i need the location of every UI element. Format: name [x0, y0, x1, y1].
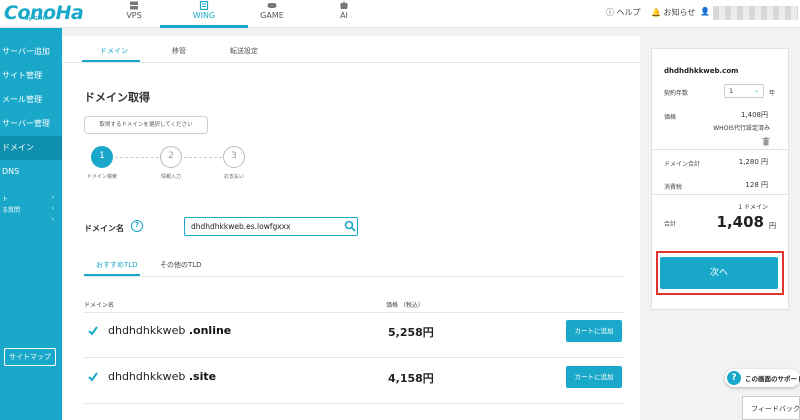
table-row: dhdhdhkkweb .online 5,258円 カートに追加	[84, 312, 624, 358]
domain-tld: .online	[188, 324, 232, 337]
sidebar-item-dns[interactable]: DNS	[0, 160, 62, 184]
column-header-domain: ドメイン名	[84, 302, 115, 309]
step-connector	[115, 157, 159, 158]
whois-note: WHOIS代行設定済み	[713, 125, 770, 132]
subtab-forwarding[interactable]: 転送設定	[230, 46, 258, 56]
price-value: 1,408円	[740, 111, 768, 119]
wing-icon	[199, 1, 209, 10]
next-button-highlight	[656, 251, 784, 295]
total-unit: 円	[769, 222, 776, 230]
tab-recommended-tld[interactable]: おすすめTLD	[96, 260, 138, 270]
sidebar-item-mail[interactable]: メール管理	[0, 88, 62, 112]
domain-tld: .site	[188, 370, 217, 383]
tax-value: 128 円	[745, 181, 768, 189]
column-header-price: 価格 （税込）	[386, 302, 424, 309]
step-3-label: お支払い	[223, 174, 244, 180]
step-1-label: ドメイン検索	[86, 174, 117, 180]
robot-icon	[340, 1, 348, 9]
step-1-circle: 1	[91, 146, 113, 168]
domain-name: dhdhdhkkweb .site	[108, 370, 216, 383]
domain-total-label: ドメイン合計	[664, 161, 701, 168]
domain-count: 1 ドメイン	[738, 204, 768, 211]
checkmark-icon	[88, 372, 98, 382]
domain-price: 5,258円	[388, 326, 434, 339]
notifications-link[interactable]: 🔔 お知らせ	[651, 7, 695, 18]
support-label: この画面のサポート	[745, 375, 800, 383]
sidebar-link-1[interactable]: ト ›	[0, 194, 62, 203]
page-title: ドメイン取得	[84, 91, 150, 104]
main-panel: ドメイン 移管 転送設定 ドメイン取得 取得するドメインを選択してください 1 …	[62, 36, 640, 420]
help-circle-icon[interactable]: ?	[131, 220, 143, 232]
add-to-cart-button[interactable]: カートに追加	[566, 320, 622, 342]
user-icon[interactable]: 👤	[700, 7, 710, 16]
chevron-down-icon: ⌄	[753, 87, 759, 94]
divider	[652, 194, 790, 195]
instruction-tooltip: 取得するドメインを選択してください	[84, 116, 208, 134]
subtab-transfer[interactable]: 移管	[172, 46, 186, 56]
logo-sub: by GMO	[25, 16, 47, 22]
term-unit: 年	[769, 90, 776, 97]
top-bar: ConoHa by GMO VPS WING GAME AI ⓘ ヘルプ 🔔 お…	[0, 0, 800, 28]
help-link[interactable]: ⓘ ヘルプ	[606, 7, 641, 18]
chevron-right-icon: ›	[51, 216, 54, 223]
step-2-circle: 2	[160, 146, 182, 168]
question-icon: ?	[727, 371, 741, 385]
bell-icon: 🔔	[651, 8, 661, 17]
feedback-button[interactable]: フィードバック	[742, 396, 800, 420]
divider	[62, 62, 640, 63]
search-icon[interactable]	[344, 220, 356, 232]
summary-domain: dhdhdhkkweb.com	[664, 67, 739, 75]
domain-search-input[interactable]: dhdhdhkkweb.es.lowfgxxx	[184, 217, 358, 236]
divider	[652, 149, 790, 150]
sidebar-link-label: る質問	[2, 207, 21, 214]
checkmark-icon	[88, 326, 98, 336]
total-label: 合計	[664, 221, 677, 228]
price-label: 価格	[664, 114, 677, 121]
term-value: 1	[729, 87, 734, 95]
subtab-domain[interactable]: ドメイン	[100, 46, 128, 56]
sitemap-button[interactable]: サイトマップ	[4, 348, 56, 366]
chevron-right-icon: ›	[51, 194, 54, 201]
domain-name-label: ドメイン名	[84, 224, 124, 233]
term-select[interactable]: 1 ⌄	[724, 84, 764, 98]
sidebar-link-label: ト	[2, 196, 9, 203]
help-icon: ⓘ	[606, 8, 614, 17]
nav-tab-ai[interactable]: AI	[300, 0, 388, 28]
step-connector	[184, 157, 222, 158]
tax-label: 消費税	[664, 184, 683, 191]
support-button[interactable]: ? この画面のサポート	[725, 369, 800, 387]
notifications-label: お知らせ	[663, 8, 696, 17]
sidebar-item-domain[interactable]: ドメイン	[0, 136, 62, 160]
domain-base: dhdhdhkkweb	[108, 370, 186, 383]
term-label: 契約年数	[664, 90, 689, 97]
step-3-circle: 3	[223, 146, 245, 168]
total-value: 1,408	[716, 213, 764, 231]
server-icon	[130, 1, 138, 10]
sidebar-item-server[interactable]: サーバー管理	[0, 112, 62, 136]
domain-base: dhdhdhkkweb	[108, 324, 186, 337]
sidebar: サーバー追加 サイト管理 メール管理 サーバー管理 ドメイン DNS ト › る質…	[0, 28, 62, 420]
step-2-label: 情報入力	[160, 174, 181, 180]
divider	[84, 276, 624, 277]
sidebar-link-faq[interactable]: る質問 ›	[0, 205, 62, 214]
domain-price: 4,158円	[388, 372, 434, 385]
gamepad-icon	[267, 3, 277, 8]
help-label: ヘルプ	[616, 8, 641, 17]
domain-total-value: 1,280 円	[738, 158, 768, 166]
add-to-cart-button[interactable]: カートに追加	[566, 366, 622, 388]
domain-name: dhdhdhkkweb .online	[108, 324, 231, 337]
account-name-redacted[interactable]	[713, 6, 798, 20]
sidebar-item-site[interactable]: サイト管理	[0, 64, 62, 88]
sidebar-item-add-server[interactable]: サーバー追加	[0, 40, 62, 64]
trash-icon[interactable]	[762, 137, 770, 146]
tab-other-tld[interactable]: その他のTLD	[160, 260, 202, 270]
nav-tab-label: AI	[340, 11, 348, 20]
chevron-right-icon: ›	[51, 205, 54, 212]
table-row: dhdhdhkkweb .site 4,158円 カートに追加	[84, 358, 624, 404]
